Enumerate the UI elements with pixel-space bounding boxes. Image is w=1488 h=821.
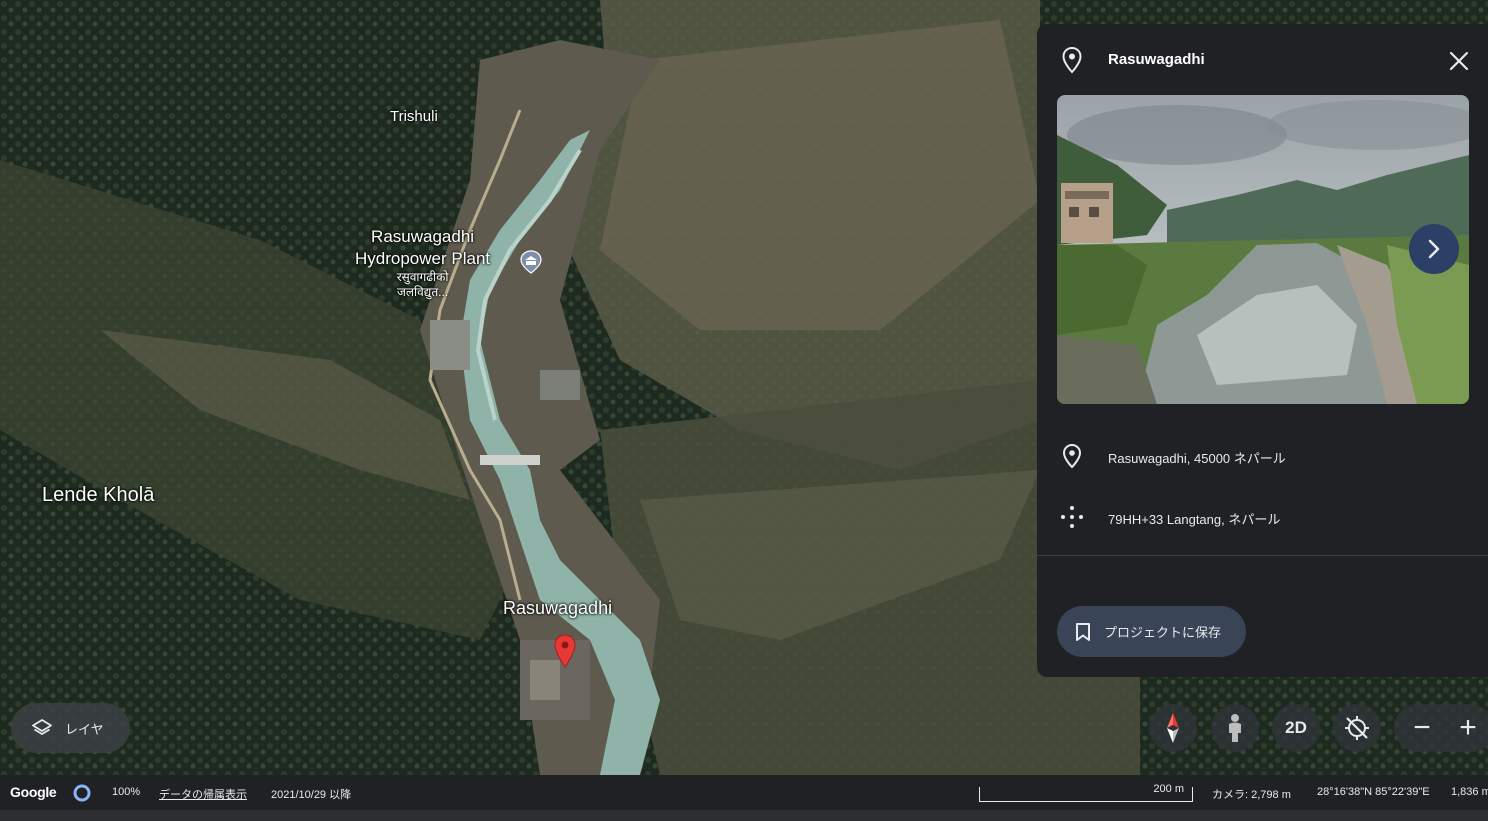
pegman-icon: [1229, 714, 1241, 742]
toggle-2d-button[interactable]: 2D: [1272, 704, 1320, 752]
bookmark-icon: [1074, 622, 1092, 642]
zoom-percent: 100%: [112, 786, 141, 798]
bottom-strip: [0, 810, 1488, 821]
plant-label-nepali-2: जलविद्युत...: [396, 285, 449, 299]
plus-code-icon: [1059, 504, 1085, 530]
close-icon[interactable]: [1447, 49, 1471, 73]
save-button-label: プロジェクトに保存: [1104, 625, 1222, 640]
panel-header: Rasuwagadhi: [1037, 46, 1488, 74]
imagery-date: 2021/10/29 以降: [271, 789, 352, 801]
compass-icon: [1167, 713, 1179, 743]
scale-label: 200 m: [1153, 783, 1184, 795]
google-logo: Google: [10, 784, 57, 800]
status-bar: Google 100% データの帰属表示 2021/10/29 以降 200 m…: [0, 775, 1488, 810]
loading-ring-icon: [72, 783, 92, 803]
map-label-rasuwagadhi[interactable]: Rasuwagadhi: [503, 598, 612, 619]
map-label-trishuli[interactable]: Trishuli: [390, 108, 438, 125]
plus-code-text: 79HH+33 Langtang, ネパール: [1108, 512, 1281, 527]
layers-button[interactable]: レイヤ: [11, 703, 130, 753]
coordinates: 28°16'38"N 85°22'39"E: [1317, 786, 1430, 798]
street-view-button[interactable]: [1211, 704, 1259, 752]
plant-label-nepali-1: रसुवागढीको: [396, 270, 449, 284]
plant-label-line2: Hydropower Plant: [355, 249, 491, 268]
location-off-icon: [1345, 716, 1369, 740]
next-photo-button[interactable]: [1409, 224, 1459, 274]
address-pin-icon: [1059, 443, 1085, 469]
data-attribution-link[interactable]: データの帰属表示: [159, 786, 247, 802]
map-label-lende-khola[interactable]: Lende Kholā: [42, 484, 154, 507]
layers-icon: [31, 717, 53, 739]
my-location-button[interactable]: [1333, 704, 1381, 752]
zoom-control: − +: [1394, 704, 1488, 752]
address-row[interactable]: Rasuwagadhi, 45000 ネパール: [1037, 439, 1488, 471]
save-to-project-button[interactable]: プロジェクトに保存: [1057, 606, 1246, 657]
zoom-out-button[interactable]: −: [1402, 704, 1442, 752]
map-label-hydropower-plant[interactable]: Rasuwagadhi Hydropower Plant रसुवागढीको …: [355, 226, 490, 300]
plant-label-line1: Rasuwagadhi: [371, 227, 475, 246]
scale-bar: 200 m: [979, 783, 1193, 802]
place-info-panel: Rasuwagadhi Rasuwagadhi, 45000 ネパール 79HH…: [1037, 24, 1488, 677]
zoom-in-button[interactable]: +: [1448, 704, 1488, 752]
camera-altitude: カメラ: 2,798 m: [1212, 789, 1291, 801]
plus-code-row[interactable]: 79HH+33 Langtang, ネパール: [1037, 500, 1488, 532]
layers-label: レイヤ: [65, 721, 104, 737]
location-pin-icon: [1059, 46, 1085, 74]
panel-divider: [1037, 555, 1488, 556]
place-photo[interactable]: [1057, 95, 1469, 404]
map-pin-icon[interactable]: [553, 634, 577, 668]
address-text: Rasuwagadhi, 45000 ネパール: [1108, 451, 1286, 466]
panel-title: Rasuwagadhi: [1108, 51, 1205, 68]
elevation: 1,836 m: [1451, 786, 1488, 798]
museum-icon[interactable]: [519, 250, 543, 274]
compass-button[interactable]: [1149, 704, 1197, 752]
chevron-right-icon: [1428, 239, 1440, 259]
